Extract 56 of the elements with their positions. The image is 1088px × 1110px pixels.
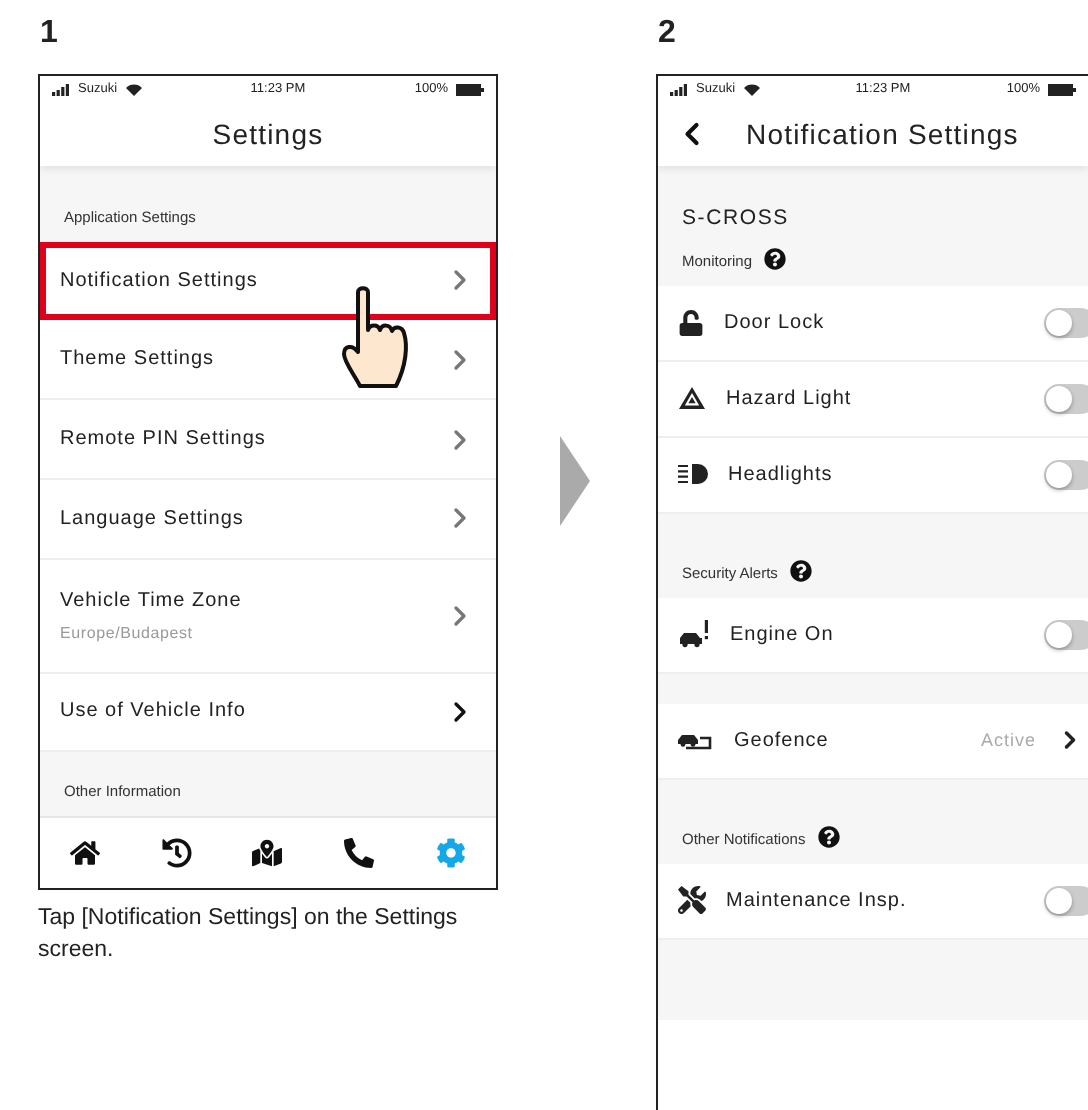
warning-triangle-icon — [678, 386, 706, 411]
signal-icon — [670, 83, 688, 96]
wifi-icon — [125, 83, 142, 96]
item-label: Remote PIN Settings — [60, 428, 268, 451]
item-sublabel: Europe/Budapest — [60, 623, 195, 642]
toggle-switch[interactable] — [1044, 307, 1088, 338]
map-icon — [252, 838, 283, 869]
screen-title: Notification Settings — [746, 118, 1019, 151]
wrench-screwdriver-icon — [678, 886, 706, 915]
next-step-arrow-icon — [560, 436, 590, 526]
item-label: Notification Settings — [60, 269, 260, 291]
settings-item[interactable]: Remote PIN Settings — [40, 400, 496, 480]
screen-title: Settings — [212, 118, 324, 151]
signal-icon — [52, 83, 70, 96]
nav-tab[interactable] — [252, 838, 283, 869]
settings-item[interactable]: Language Settings — [40, 480, 496, 560]
wifi-icon — [743, 83, 760, 96]
notification-label: Maintenance Insp. — [726, 889, 909, 912]
car-alert-icon — [678, 620, 710, 649]
settings-item[interactable]: Theme Settings — [40, 320, 496, 401]
toggle-switch[interactable] — [1044, 459, 1088, 490]
help-icon[interactable] — [817, 825, 840, 848]
notification-label: Hazard Light — [726, 387, 854, 410]
headlight-icon — [678, 464, 708, 485]
item-label: Use of Vehicle Info — [60, 700, 248, 723]
item-label: Vehicle Time Zone — [60, 589, 244, 612]
item-label: Theme Settings — [60, 348, 217, 371]
nav-tab[interactable] — [161, 838, 192, 869]
notification-label: Door Lock — [724, 311, 827, 334]
settings-item[interactable]: Vehicle Time Zone Europe/Budapest — [40, 559, 496, 673]
car-fence-icon — [678, 730, 714, 751]
notification-label: Geofence — [734, 729, 831, 752]
home-icon — [70, 838, 101, 869]
battery-icon — [1048, 83, 1077, 96]
step-number: 1 — [38, 14, 60, 54]
notification-label: Engine On — [730, 623, 836, 646]
help-icon[interactable] — [789, 559, 812, 582]
settings-item[interactable]: Use of Vehicle Info — [40, 673, 496, 753]
help-icon[interactable] — [764, 247, 787, 270]
step-number: 2 — [656, 14, 678, 54]
history-icon — [161, 838, 192, 869]
step-caption: Tap [Notification Settings] on the Settings screen. — [38, 904, 460, 966]
toggle-switch[interactable] — [1044, 383, 1088, 414]
settings-icon — [435, 838, 466, 869]
padlock-icon — [678, 309, 704, 336]
notification-row[interactable]: Geofence Active — [658, 703, 1088, 780]
vehicle-name: S-CROSS — [680, 203, 791, 230]
notification-label: Headlights — [728, 463, 835, 486]
nav-tab[interactable] — [344, 838, 375, 869]
nav-tab[interactable] — [70, 838, 101, 869]
toggle-switch[interactable] — [1044, 619, 1088, 650]
status-value: Active — [980, 730, 1036, 751]
toggle-switch[interactable] — [1044, 885, 1088, 916]
item-label: Language Settings — [60, 507, 246, 530]
phone-icon — [344, 838, 375, 869]
battery-icon — [456, 83, 485, 96]
